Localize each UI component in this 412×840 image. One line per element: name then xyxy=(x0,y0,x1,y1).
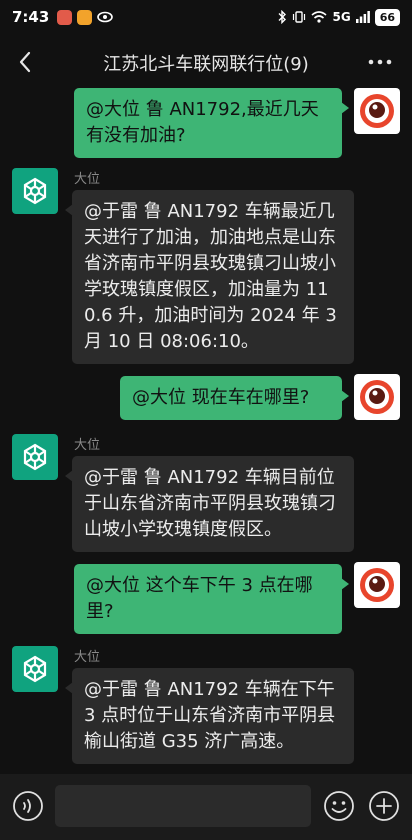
more-dots-icon[interactable] xyxy=(366,48,394,76)
vibrate-icon xyxy=(293,11,306,23)
avatar-logo-icon xyxy=(360,568,394,602)
user-avatar[interactable] xyxy=(354,88,400,134)
signal-icon xyxy=(355,11,370,23)
user-avatar[interactable] xyxy=(354,562,400,608)
sender-name: 大位 xyxy=(74,438,101,453)
bot-avatar[interactable] xyxy=(12,646,58,692)
openai-logo-icon xyxy=(23,177,47,205)
input-bar xyxy=(0,774,412,840)
chevron-left-icon[interactable] xyxy=(12,48,40,76)
message-list[interactable]: @大位 鲁 AN1792,最近几天有没有加油? 大位 @于雷 鲁 AN1792 … xyxy=(0,84,412,774)
avatar-logo-icon xyxy=(360,380,394,414)
message-input[interactable] xyxy=(55,785,311,827)
user-avatar[interactable] xyxy=(354,374,400,420)
bot-avatar[interactable] xyxy=(12,168,58,214)
plus-icon[interactable] xyxy=(368,790,400,822)
chat-title: 江苏北斗车联网联行位(9) xyxy=(103,54,309,75)
message-bubble[interactable]: @大位 这个车下午 3 点在哪里? xyxy=(74,564,349,634)
status-app-icons xyxy=(57,9,114,25)
app-notification-icon xyxy=(57,9,73,25)
app-notification-icon xyxy=(77,9,93,25)
status-right: 5G 66 xyxy=(277,8,400,26)
message-bubble[interactable]: @大位 鲁 AN1792,最近几天有没有加油? xyxy=(74,88,349,158)
battery-indicator: 66 xyxy=(374,8,400,26)
message-bubble[interactable]: @于雷 鲁 AN1792 车辆最近几天进行了加油，加油地点是山东省济南市平阴县玫… xyxy=(65,190,354,364)
emoji-icon[interactable] xyxy=(323,790,355,822)
voice-icon[interactable] xyxy=(12,790,44,822)
network-type: 5G xyxy=(332,10,351,24)
openai-logo-icon xyxy=(23,443,47,471)
sender-name: 大位 xyxy=(74,172,101,187)
bot-avatar[interactable] xyxy=(12,434,58,480)
wifi-icon xyxy=(311,11,328,23)
status-time: 7:43 xyxy=(12,8,50,26)
message-bubble[interactable]: @大位 现在车在哪里? xyxy=(120,376,349,420)
chat-header: 江苏北斗车联网联行位(9) xyxy=(0,40,412,84)
message-bubble[interactable]: @于雷 鲁 AN1792 车辆在下午 3 点时位于山东省济南市平阴县榆山街道 G… xyxy=(65,668,354,764)
openai-logo-icon xyxy=(23,655,47,683)
avatar-logo-icon xyxy=(360,94,394,128)
status-bar: 7:43 5G 66 xyxy=(0,0,412,34)
eye-icon xyxy=(97,11,114,23)
message-bubble[interactable]: @于雷 鲁 AN1792 车辆目前位于山东省济南市平阴县玫瑰镇刁山坡小学玫瑰镇度… xyxy=(65,456,354,552)
sender-name: 大位 xyxy=(74,650,101,665)
bluetooth-icon xyxy=(278,10,287,24)
